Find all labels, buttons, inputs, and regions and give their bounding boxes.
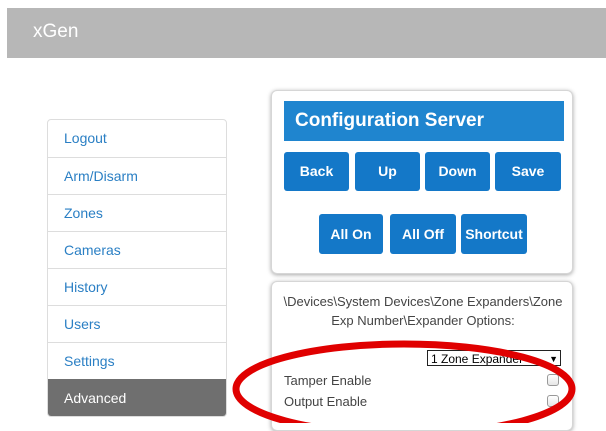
- output-enable-checkbox[interactable]: [547, 395, 559, 407]
- sidebar-nav: Logout Arm/Disarm Zones Cameras History …: [47, 119, 227, 417]
- sidebar-item-advanced[interactable]: Advanced: [48, 379, 226, 416]
- sidebar-item-zones[interactable]: Zones: [48, 194, 226, 231]
- sidebar-item-users[interactable]: Users: [48, 305, 226, 342]
- tamper-enable-checkbox[interactable]: [547, 374, 559, 386]
- sidebar-item-history[interactable]: History: [48, 268, 226, 305]
- app-title: xGen: [33, 21, 79, 42]
- device-options-panel: \Devices\System Devices\Zone Expanders\Z…: [271, 281, 573, 431]
- app-header: xGen: [7, 8, 606, 58]
- expander-select[interactable]: 1 Zone Expander ▼: [427, 350, 561, 366]
- expander-select-value: 1 Zone Expander: [431, 352, 524, 366]
- output-enable-label: Output Enable: [284, 394, 368, 409]
- tamper-enable-label: Tamper Enable: [284, 373, 372, 388]
- save-button[interactable]: Save: [495, 152, 561, 191]
- back-button[interactable]: Back: [284, 152, 349, 191]
- configuration-panel: Configuration Server Back Up Down Save A…: [271, 90, 573, 274]
- sidebar-item-cameras[interactable]: Cameras: [48, 231, 226, 268]
- down-button[interactable]: Down: [425, 152, 490, 191]
- sidebar-item-logout[interactable]: Logout: [48, 120, 226, 157]
- device-path: \Devices\System Devices\Zone Expanders\Z…: [283, 294, 563, 328]
- caret-down-icon: ▼: [547, 351, 558, 365]
- panel-title: Configuration Server: [284, 101, 564, 141]
- all-off-button[interactable]: All Off: [390, 214, 456, 254]
- up-button[interactable]: Up: [355, 152, 420, 191]
- sidebar-item-arm-disarm[interactable]: Arm/Disarm: [48, 157, 226, 194]
- sidebar-item-settings[interactable]: Settings: [48, 342, 226, 379]
- shortcut-button[interactable]: Shortcut: [461, 214, 527, 254]
- all-on-button[interactable]: All On: [319, 214, 383, 254]
